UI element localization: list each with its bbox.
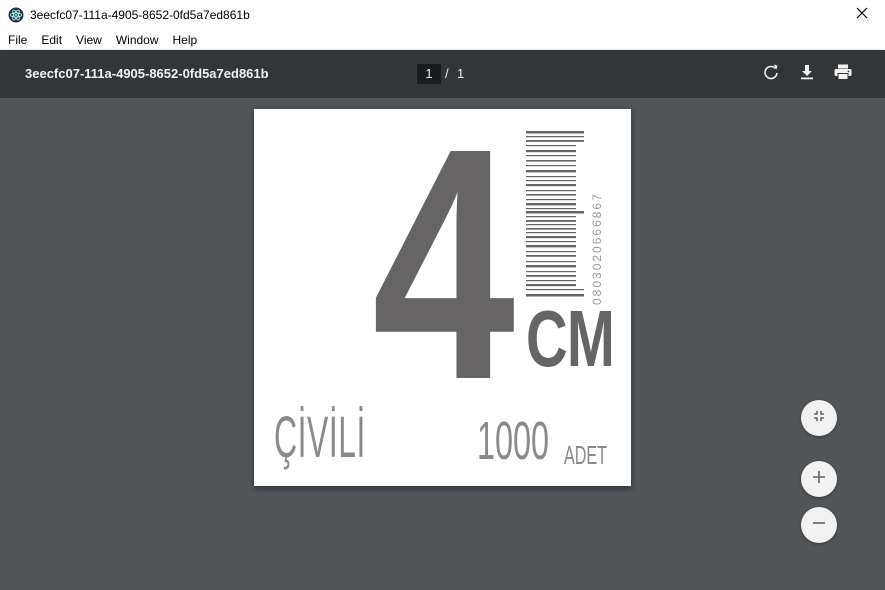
fit-to-page-icon [812,409,826,428]
document-viewer[interactable]: 4 0803020666867 CM ÇİVİLİ 1000 ADET [0,98,885,590]
rotate-icon [762,63,780,86]
zoom-out-icon [812,516,826,535]
menu-edit[interactable]: Edit [33,30,68,50]
zoom-in-button[interactable] [801,461,837,497]
page-separator: / [445,66,449,81]
size-number: 4 [372,109,515,448]
zoom-in-icon [812,470,826,489]
size-unit: CM [526,294,615,383]
electron-icon [8,7,24,23]
menu-file[interactable]: File [0,30,33,50]
window-title: 3eecfc07-111a-4905-8652-0fd5a7ed861b [30,8,250,22]
rotate-button[interactable] [759,62,783,86]
barcode [526,131,584,297]
print-button[interactable] [831,62,855,86]
menu-window[interactable]: Window [108,30,165,50]
product-name: ÇİVİLİ [274,405,366,470]
quantity-unit: ADET [564,440,607,470]
menu-view[interactable]: View [68,30,108,50]
download-button[interactable] [795,62,819,86]
title-bar: 3eecfc07-111a-4905-8652-0fd5a7ed861b [0,0,885,30]
page-total: 1 [457,66,465,81]
zoom-out-button[interactable] [801,507,837,543]
document-title: 3eecfc07-111a-4905-8652-0fd5a7ed861b [25,66,269,81]
barcode-digits: 0803020666867 [590,192,604,305]
print-icon [833,63,853,86]
quantity: 1000 [477,411,550,471]
fit-to-page-button[interactable] [801,400,837,436]
close-button[interactable] [839,0,885,30]
close-icon [856,6,868,24]
pdf-page: 4 0803020666867 CM ÇİVİLİ 1000 ADET [254,109,631,486]
menu-bar: File Edit View Window Help [0,30,885,50]
page-number-input[interactable]: 1 [417,64,441,84]
pdf-viewer-window: 3eecfc07-111a-4905-8652-0fd5a7ed861b Fil… [0,0,885,590]
download-icon [798,63,816,86]
menu-help[interactable]: Help [165,30,204,50]
pdf-toolbar: 3eecfc07-111a-4905-8652-0fd5a7ed861b 1 /… [0,50,885,98]
